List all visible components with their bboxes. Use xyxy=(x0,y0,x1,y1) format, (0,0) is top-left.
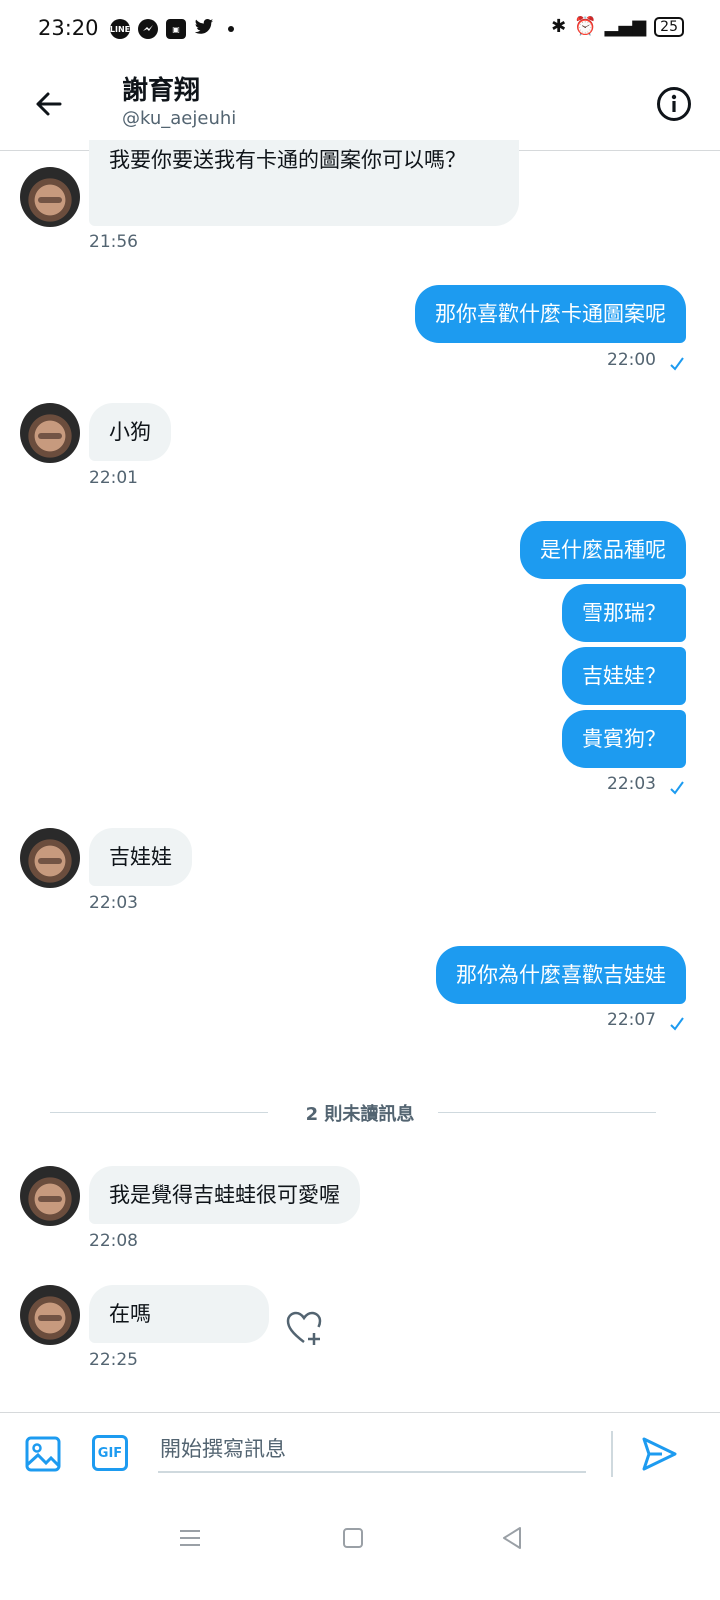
read-check-icon xyxy=(670,357,684,371)
add-photo-button[interactable] xyxy=(24,1435,62,1473)
message-bubble-outgoing[interactable]: 是什麼品種呢 xyxy=(520,521,686,579)
system-nav-bar xyxy=(0,1500,720,1600)
message-input[interactable] xyxy=(158,1427,586,1473)
twitter-icon xyxy=(194,18,214,40)
message-bubble-incoming[interactable]: 我是覺得吉蛙蛙很可愛喔 xyxy=(89,1166,360,1224)
status-time: 23:20 xyxy=(38,16,99,40)
avatar[interactable] xyxy=(20,1285,80,1345)
read-check-icon xyxy=(670,1017,684,1031)
signal-icon: ▂▄▆ xyxy=(604,16,647,37)
message-bubble-outgoing[interactable]: 雪那瑞？ xyxy=(562,584,686,642)
message-timestamp: 22:08 xyxy=(89,1231,138,1251)
messenger-icon xyxy=(138,19,158,39)
recent-apps-button[interactable] xyxy=(170,1518,210,1558)
more-notifications-dot xyxy=(228,26,234,32)
message-bubble-incoming[interactable]: 吉娃娃 xyxy=(89,828,192,886)
message-timestamp: 22:01 xyxy=(89,468,138,488)
home-square-icon xyxy=(343,1528,363,1548)
back-nav-button[interactable] xyxy=(492,1518,532,1558)
alarm-icon: ⏰ xyxy=(574,16,597,37)
gif-button[interactable]: GIF xyxy=(92,1435,128,1471)
send-icon xyxy=(642,1437,677,1471)
avatar[interactable] xyxy=(20,828,80,888)
message-bubble-incoming[interactable]: 小狗 xyxy=(89,403,171,461)
line-icon: LINE xyxy=(110,19,130,39)
triangle-back-icon xyxy=(503,1527,521,1549)
composer-divider xyxy=(611,1431,613,1477)
message-bubble-outgoing[interactable]: 那你為什麼喜歡吉娃娃 xyxy=(436,946,686,1004)
send-button[interactable] xyxy=(640,1435,678,1473)
avatar[interactable] xyxy=(20,167,80,227)
unread-divider: 2 則未讀訊息 xyxy=(305,1104,415,1125)
message-timestamp: 22:07 xyxy=(607,1010,656,1030)
menu-icon xyxy=(180,1530,200,1546)
message-bubble-incoming[interactable]: 我要你要送我有卡通的圖案你可以嗎？ xyxy=(89,140,519,226)
user-handle[interactable]: @ku_aejeuhi xyxy=(122,108,236,129)
message-composer: GIF xyxy=(0,1412,720,1495)
message-timestamp: 21:56 xyxy=(89,232,138,252)
conversation-title[interactable]: 謝育翔 xyxy=(122,70,200,107)
message-timestamp: 22:00 xyxy=(607,350,656,370)
message-timestamp: 22:25 xyxy=(89,1350,138,1370)
bluetooth-icon: ✱ xyxy=(551,16,567,37)
battery-icon: 25 xyxy=(654,16,684,37)
avatar[interactable] xyxy=(20,1166,80,1226)
message-timestamp: 22:03 xyxy=(89,893,138,913)
add-reaction-button[interactable] xyxy=(284,1308,324,1348)
home-button[interactable] xyxy=(333,1518,373,1558)
status-bar: 23:20 LINE ▣ ✱ ⏰ ▂▄▆ 25 xyxy=(0,0,720,60)
avatar[interactable] xyxy=(20,403,80,463)
back-arrow-icon xyxy=(36,92,62,116)
message-bubble-incoming[interactable]: 在嗎 xyxy=(89,1285,269,1343)
app-icon: ▣ xyxy=(166,19,186,39)
info-icon xyxy=(657,87,691,121)
heart-plus-icon xyxy=(286,1311,322,1345)
back-button[interactable] xyxy=(26,82,70,126)
message-timestamp: 22:03 xyxy=(607,774,656,794)
system-icons: ✱ ⏰ ▂▄▆ 25 xyxy=(551,16,684,37)
message-bubble-outgoing[interactable]: 貴賓狗？ xyxy=(562,710,686,768)
notification-icons: LINE ▣ xyxy=(110,18,234,40)
message-bubble-outgoing[interactable]: 那你喜歡什麼卡通圖案呢 xyxy=(415,285,686,343)
image-icon xyxy=(25,1436,61,1472)
conversation-header: 謝育翔 @ku_aejeuhi xyxy=(0,60,720,151)
read-check-icon xyxy=(670,781,684,795)
message-bubble-outgoing[interactable]: 吉娃娃？ xyxy=(562,647,686,705)
info-button[interactable] xyxy=(652,82,696,126)
unread-divider-line-right xyxy=(438,1112,656,1113)
